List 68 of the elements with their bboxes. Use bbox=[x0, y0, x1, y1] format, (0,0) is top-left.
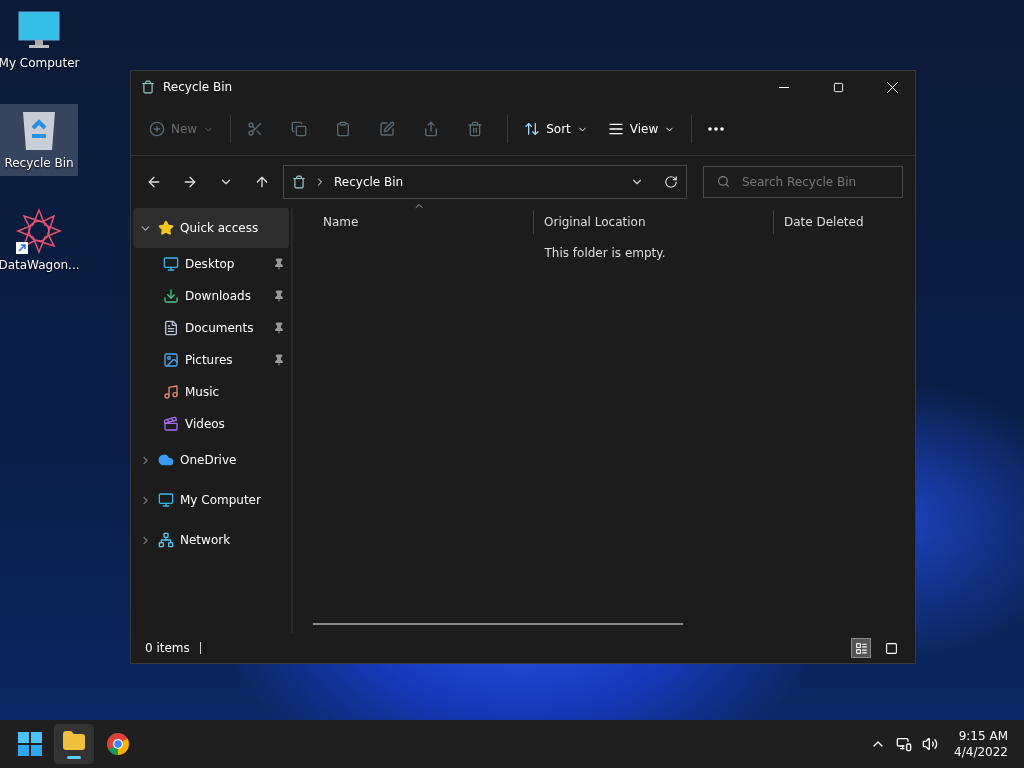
column-header[interactable]: Original Location bbox=[533, 210, 773, 234]
sidebar-item[interactable]: Quick access bbox=[133, 208, 289, 248]
folder-icon bbox=[62, 729, 86, 753]
sidebar-item[interactable]: OneDrive bbox=[133, 440, 289, 480]
more-icon bbox=[708, 127, 725, 131]
search-field[interactable]: Search Recycle Bin bbox=[703, 166, 903, 198]
desktop-icon[interactable]: Recycle Bin bbox=[0, 104, 78, 176]
address-bar[interactable]: Recycle Bin bbox=[283, 165, 687, 199]
sidebar-item[interactable]: Videos bbox=[133, 408, 289, 440]
toolbar-button[interactable]: Sort bbox=[516, 112, 596, 146]
trash-icon bbox=[467, 121, 484, 137]
star-burst-icon bbox=[16, 208, 62, 254]
item-count: 0 items bbox=[145, 641, 190, 655]
empty-message: This folder is empty. bbox=[544, 246, 666, 260]
pin-icon bbox=[273, 290, 285, 302]
network-icon bbox=[158, 532, 174, 548]
scissors-icon bbox=[247, 121, 264, 137]
maximize-icon bbox=[832, 81, 844, 93]
search-icon bbox=[717, 175, 730, 188]
share-icon bbox=[423, 121, 440, 137]
recycle-bin-icon bbox=[141, 80, 155, 94]
picture-icon bbox=[163, 352, 179, 368]
pin-icon bbox=[273, 322, 285, 334]
square-icon bbox=[884, 641, 898, 655]
clock[interactable]: 9:15 AM 4/4/2022 bbox=[948, 728, 1014, 760]
network-icon[interactable] bbox=[896, 736, 913, 752]
cloud-icon bbox=[158, 452, 174, 468]
video-icon bbox=[163, 416, 179, 432]
windows-logo bbox=[18, 732, 42, 756]
rename-icon bbox=[379, 121, 396, 137]
desktop-icon[interactable]: My Computer bbox=[0, 4, 78, 76]
browser-logo bbox=[106, 732, 130, 756]
speaker-icon[interactable] bbox=[922, 736, 939, 752]
column-header[interactable]: Date Deleted bbox=[773, 210, 897, 234]
desktop-icon[interactable]: DataWagon... bbox=[0, 204, 78, 276]
pin-icon bbox=[273, 258, 285, 270]
sidebar-item[interactable]: Network bbox=[133, 520, 289, 560]
plus-circle-icon bbox=[149, 121, 165, 137]
document-icon bbox=[163, 320, 179, 336]
active-indicator bbox=[67, 756, 81, 759]
list-icon bbox=[854, 641, 868, 655]
scrollbar[interactable] bbox=[313, 623, 683, 625]
column-header[interactable]: Name bbox=[313, 210, 533, 234]
pin-icon bbox=[273, 354, 285, 366]
desktop-icon bbox=[163, 256, 179, 272]
download-icon bbox=[163, 288, 179, 304]
recycle-bin-icon bbox=[292, 175, 306, 189]
sidebar-item[interactable]: Desktop bbox=[133, 248, 289, 280]
toolbar-button[interactable]: View bbox=[599, 112, 684, 146]
music-icon bbox=[163, 384, 179, 400]
close-icon bbox=[886, 81, 898, 93]
sidebar-item[interactable]: My Computer bbox=[133, 480, 289, 520]
copy-icon bbox=[291, 121, 308, 137]
monitor-icon bbox=[158, 492, 174, 508]
clipboard-icon bbox=[335, 121, 352, 137]
sidebar-item[interactable]: Downloads bbox=[133, 280, 289, 312]
minimize-icon bbox=[779, 86, 789, 88]
sidebar-item[interactable]: Pictures bbox=[133, 344, 289, 376]
refresh-icon[interactable] bbox=[664, 175, 678, 189]
sidebar-item[interactable]: Music bbox=[133, 376, 289, 408]
lines-icon bbox=[607, 121, 624, 137]
window-title: Recycle Bin bbox=[163, 80, 234, 94]
arrow-right-icon bbox=[182, 174, 198, 190]
taskbar-app[interactable] bbox=[54, 724, 94, 764]
sidebar-item[interactable]: Documents bbox=[133, 312, 289, 344]
star-icon bbox=[158, 220, 174, 236]
sort-icon bbox=[524, 121, 541, 137]
details-view-button[interactable] bbox=[851, 638, 871, 658]
